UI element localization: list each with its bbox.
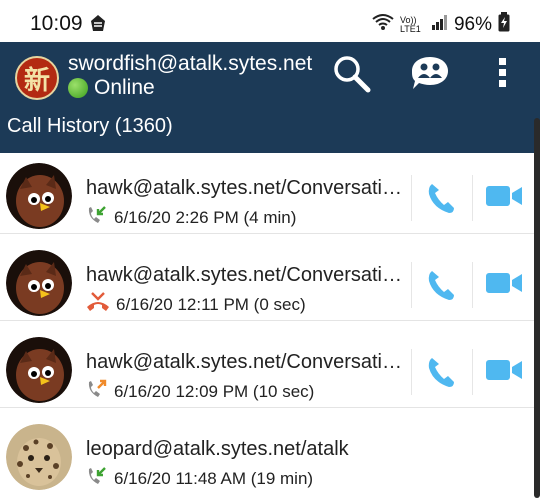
call-info: 6/16/20 2:26 PM (4 min) [86, 204, 296, 231]
call-row[interactable]: hawk@atalk.sytes.net/Conversations 6/16/… [0, 234, 540, 321]
call-contact: hawk@atalk.sytes.net/Conversations [86, 351, 410, 373]
call-info: 6/16/20 12:09 PM (10 sec) [86, 378, 314, 405]
status-bar: 10:09 Vo)) LTE1 96% [0, 0, 540, 45]
call-time: 6/16/20 2:26 PM (4 min) [114, 207, 297, 227]
call-info: 6/16/20 11:48 AM (19 min) [86, 465, 313, 492]
divider [472, 349, 473, 395]
contact-avatar-hawk[interactable] [6, 337, 72, 403]
battery-percent: 96% [453, 14, 492, 35]
video-call-icon[interactable] [486, 272, 522, 299]
status-time: 10:09 [30, 12, 83, 35]
notification-icon [89, 13, 107, 38]
video-call-icon[interactable] [486, 359, 522, 386]
call-time: 6/16/20 12:09 PM (10 sec) [114, 381, 315, 401]
phone-icon[interactable] [427, 269, 455, 306]
incoming-call-icon [86, 465, 108, 492]
network-label: Vo)) LTE1 [399, 15, 421, 34]
call-contact: hawk@atalk.sytes.net/Conversations [86, 264, 410, 286]
online-dot-icon [68, 78, 88, 98]
contact-avatar-hawk[interactable] [6, 250, 72, 316]
outgoing-call-icon [86, 378, 108, 405]
phone-icon[interactable] [427, 182, 455, 219]
contact-avatar-leopard[interactable] [6, 424, 72, 490]
call-info: 6/16/20 12:11 PM (0 sec) [86, 291, 306, 318]
divider [411, 349, 412, 395]
call-history-list: hawk@atalk.sytes.net/Conversations 6/16/… [0, 147, 540, 494]
presence-status[interactable]: Online [68, 76, 155, 100]
contacts-bubble-icon[interactable] [410, 55, 450, 98]
call-contact: leopard@atalk.sytes.net/atalk [86, 438, 349, 460]
divider [472, 262, 473, 308]
presence-label: Online [94, 76, 155, 99]
incoming-call-icon [86, 204, 108, 231]
signal-icon [431, 14, 448, 36]
scrollbar[interactable] [534, 118, 540, 498]
account-avatar[interactable]: 新 [15, 56, 59, 100]
divider [411, 262, 412, 308]
account-id[interactable]: swordfish@atalk.sytes.net [68, 52, 323, 76]
call-time: 6/16/20 11:48 AM (19 min) [114, 468, 314, 488]
divider [472, 175, 473, 221]
phone-icon[interactable] [427, 356, 455, 393]
call-row[interactable]: hawk@atalk.sytes.net/Conversations 6/16/… [0, 321, 540, 408]
divider [411, 175, 412, 221]
call-row[interactable]: hawk@atalk.sytes.net/Conversations 6/16/… [0, 147, 540, 234]
wifi-icon [372, 13, 394, 37]
contact-avatar-hawk[interactable] [6, 163, 72, 229]
system-indicators: Vo)) LTE1 96% [372, 12, 510, 38]
more-vertical-icon[interactable] [496, 57, 510, 94]
battery-icon [498, 12, 510, 38]
call-row[interactable]: leopard@atalk.sytes.net/atalk 6/16/20 11… [0, 408, 540, 494]
call-time: 6/16/20 12:11 PM (0 sec) [116, 294, 306, 314]
call-contact: hawk@atalk.sytes.net/Conversations [86, 177, 410, 199]
video-call-icon[interactable] [486, 185, 522, 212]
app-bar: 新 swordfish@atalk.sytes.net Online Call … [0, 42, 540, 153]
search-icon[interactable] [333, 55, 371, 98]
missed-call-icon [86, 291, 110, 318]
